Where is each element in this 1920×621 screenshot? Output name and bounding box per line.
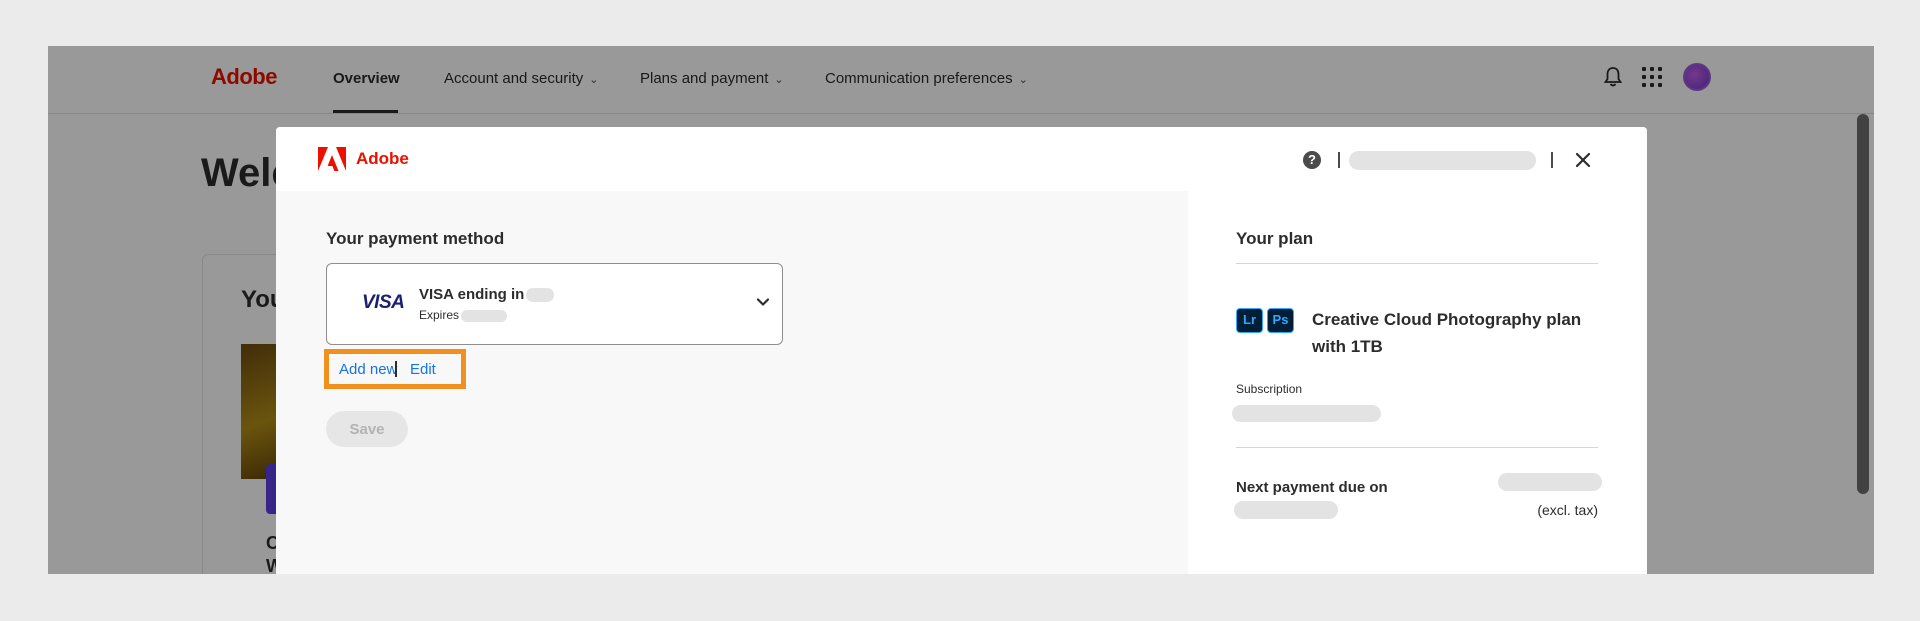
payment-modal: Adobe ? Your payment method VISA VISA en… [276, 127, 1647, 574]
modal-brand: Adobe [356, 149, 409, 168]
link-divider [395, 361, 397, 377]
photoshop-icon: Ps [1267, 308, 1294, 333]
subscription-label: Subscription [1236, 382, 1303, 396]
close-icon[interactable] [1574, 151, 1592, 169]
payment-method-pane: Your payment method VISA VISA ending in … [276, 191, 1188, 574]
payment-amount-redacted [1498, 473, 1602, 491]
divider [1236, 447, 1598, 448]
modal-header: Adobe ? [276, 127, 1647, 191]
lightroom-icon: Lr [1236, 308, 1263, 333]
card-ending-text: VISA ending in [419, 286, 555, 303]
card-digits-redacted [526, 288, 555, 303]
help-icon[interactable]: ? [1303, 151, 1321, 169]
payment-method-select[interactable]: VISA VISA ending in Expires [326, 263, 783, 345]
save-button[interactable]: Save [326, 411, 408, 447]
payment-date-redacted [1234, 501, 1338, 519]
visa-logo: VISA [362, 292, 405, 313]
account-email-redacted [1349, 151, 1536, 170]
chevron-down-icon[interactable] [755, 294, 771, 310]
card-ending-label: VISA ending in [419, 286, 525, 303]
tax-note: (excl. tax) [1537, 502, 1598, 518]
next-payment-label: Next payment due on [1236, 479, 1388, 496]
payment-method-title: Your payment method [326, 229, 505, 248]
card-expiry-text: Expires [419, 308, 508, 322]
card-expiry-label: Expires [419, 308, 460, 322]
subscription-value-redacted [1232, 405, 1381, 422]
header-divider [1338, 152, 1340, 168]
plan-title: Your plan [1236, 229, 1314, 248]
edit-link[interactable]: Edit [410, 361, 436, 378]
plan-name: Creative Cloud Photography plan with 1TB [1312, 310, 1582, 356]
browser-viewport: Adobe Overview Account and security ⌄ Pla… [48, 46, 1874, 574]
add-new-link[interactable]: Add new [339, 361, 397, 378]
card-expiry-redacted [461, 309, 508, 322]
divider [1236, 263, 1598, 264]
header-divider [1551, 152, 1553, 168]
plan-summary-pane: Your plan Lr Ps Creative Cloud Photograp… [1188, 191, 1647, 574]
adobe-logo-icon [318, 147, 346, 171]
